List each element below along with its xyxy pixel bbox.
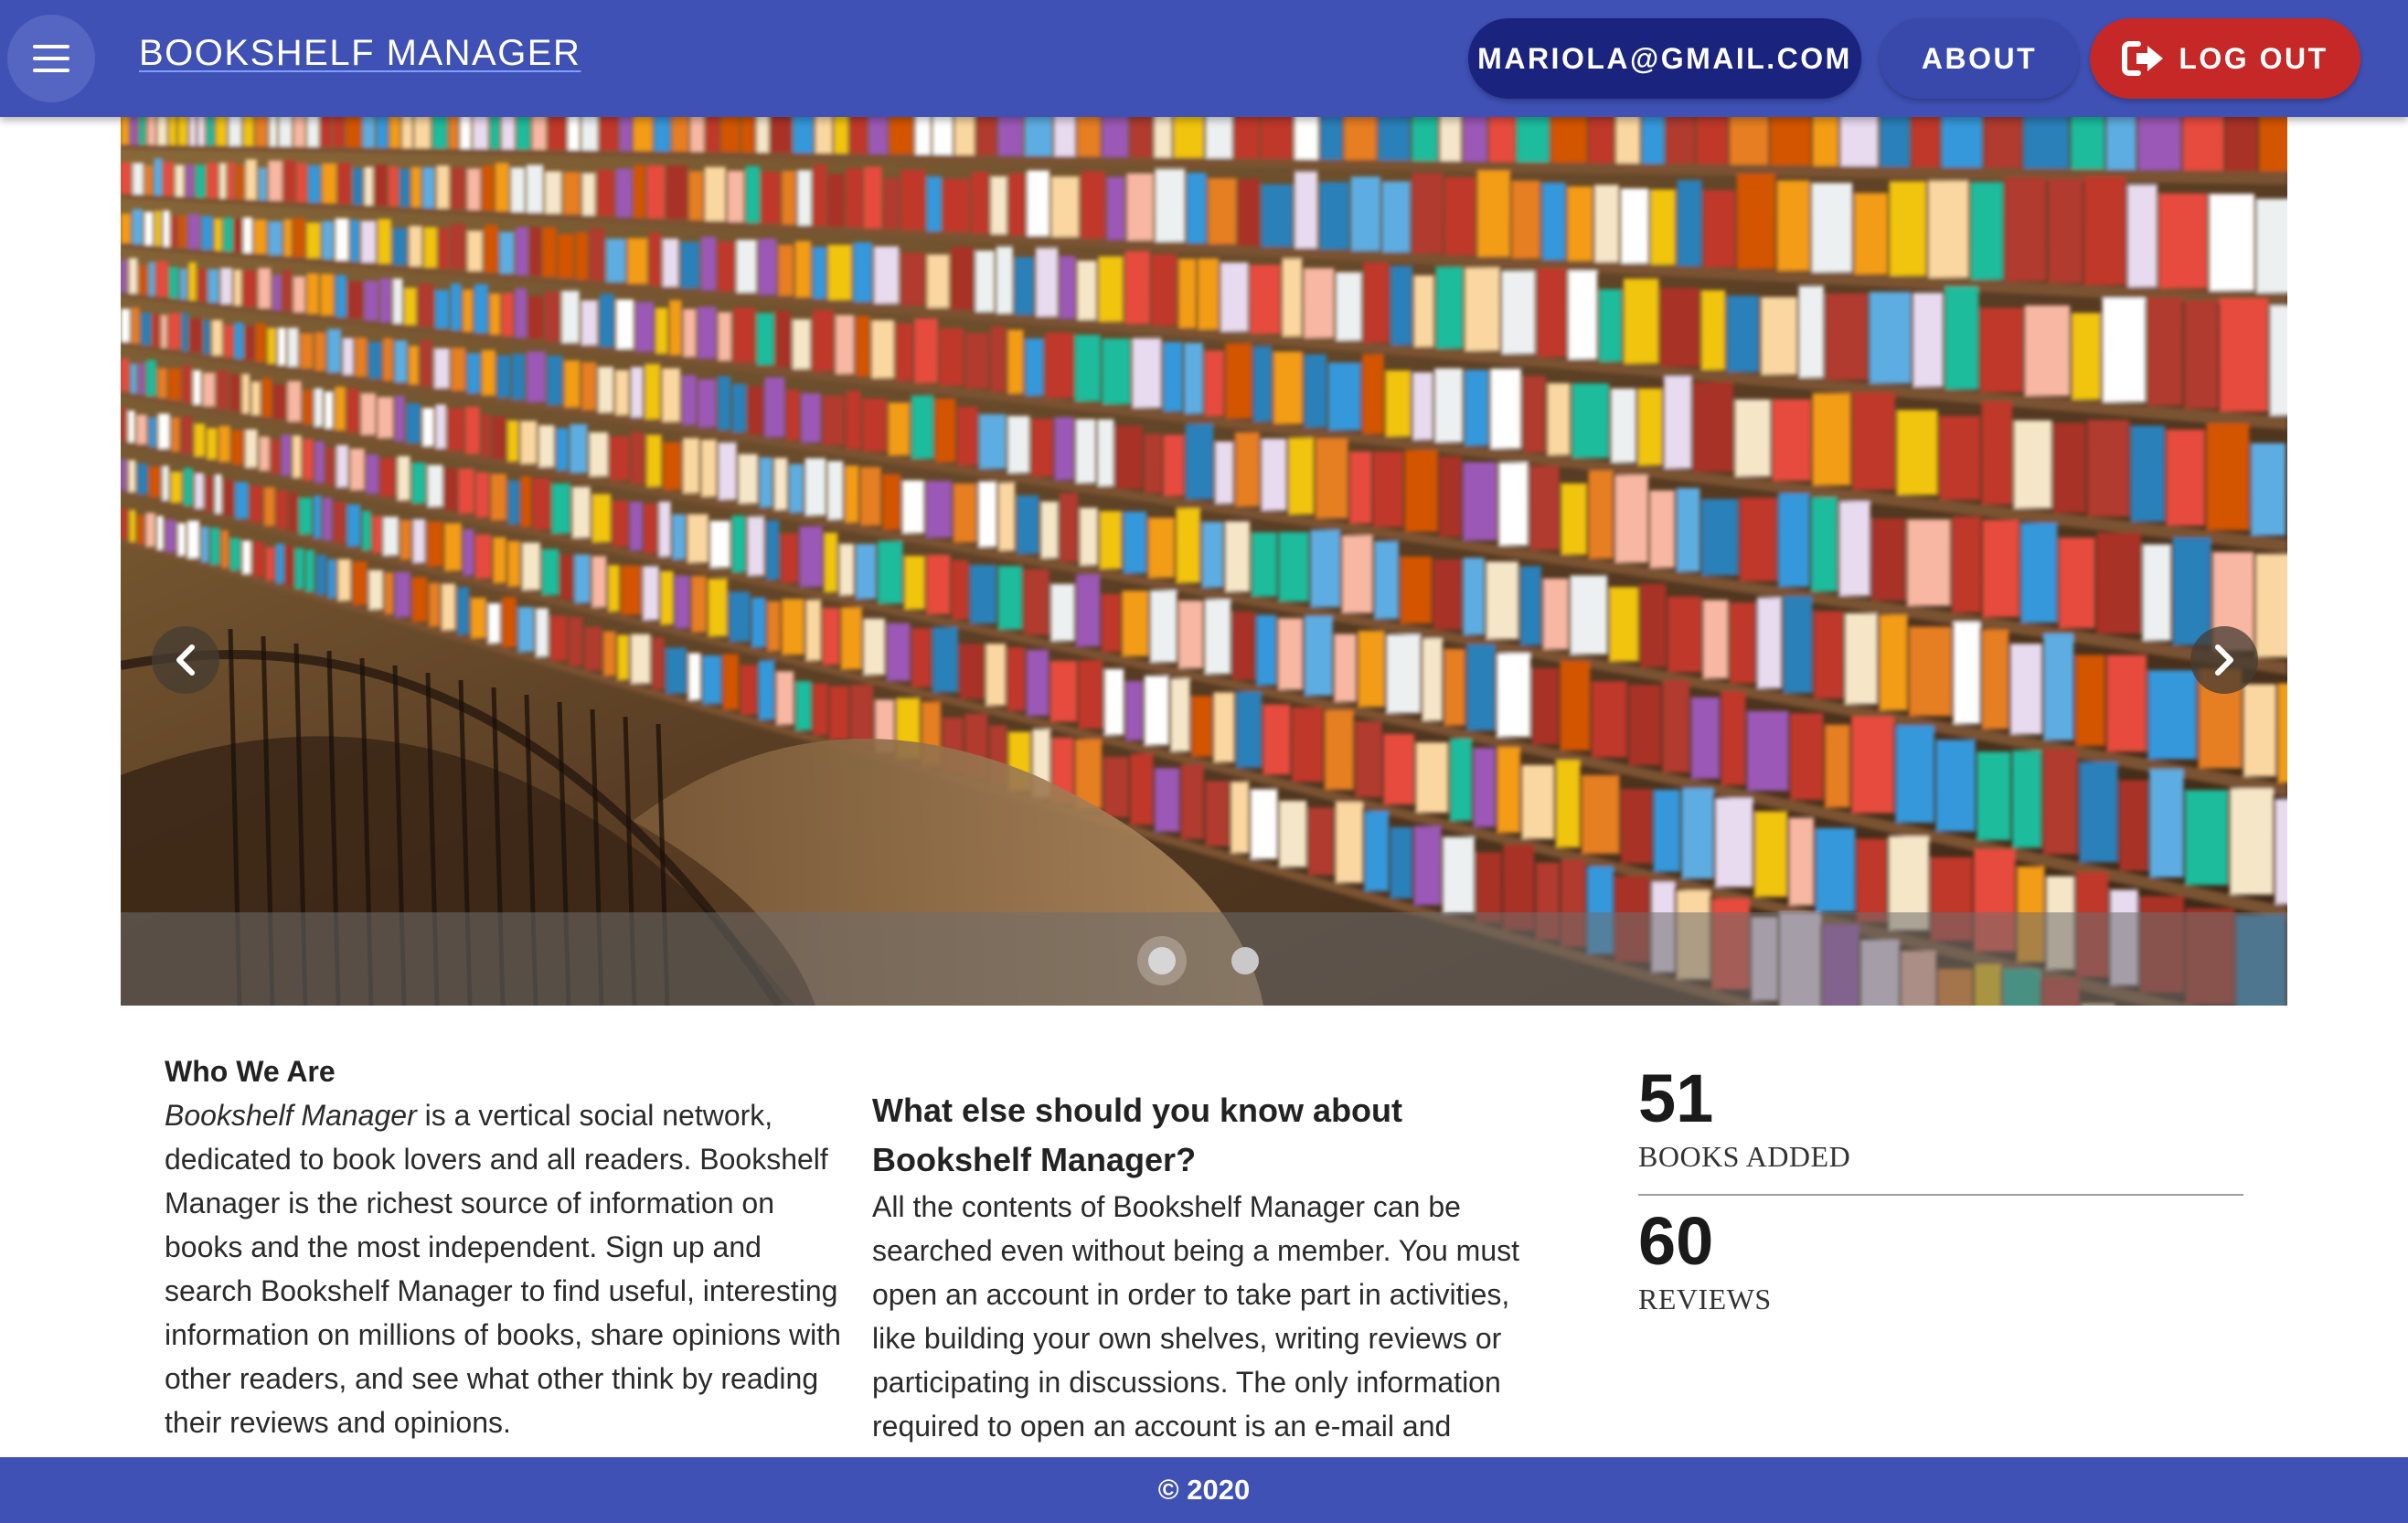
books-added-label: BOOKS ADDED [1638,1140,1851,1173]
app-title-link[interactable]: BOOKSHELF MANAGER [139,33,581,74]
user-email-button[interactable]: MARIOLA@GMAIL.COM [1468,18,1861,99]
carousel-next-button[interactable] [2190,626,2258,694]
image-carousel[interactable] [121,117,2287,1006]
what-else-body: All the contents of Bookshelf Manager ca… [872,1190,1519,1443]
carousel-prev-button[interactable] [152,626,219,694]
what-else-section: What else should you know about Bookshel… [872,1086,1540,1448]
who-we-are-section: Who We Are Bookshelf Manager is a vertic… [165,1049,841,1444]
logout-button[interactable]: LOG OUT [2090,18,2360,99]
stats-panel: 51 BOOKS ADDED 60 REVIEWS [1638,1060,2243,1318]
who-we-are-body: is a vertical social network, dedicated … [165,1099,841,1439]
library-bookshelves-photo [121,117,2287,1006]
about-button[interactable]: ABOUT [1880,18,2079,99]
carousel-dot-2[interactable] [1231,947,1259,975]
chevron-left-icon [176,644,195,676]
sign-out-icon [2122,41,2164,76]
logout-label: LOG OUT [2179,41,2328,75]
stats-divider [1638,1194,2243,1196]
carousel-dot-1[interactable] [1137,936,1187,985]
menu-button[interactable] [7,15,95,102]
carousel-indicator-bar [121,912,2287,1006]
footer: © 2020 [0,1457,2408,1523]
what-else-heading: What else should you know about Bookshel… [872,1092,1403,1178]
books-added-count: 51 [1638,1060,1714,1136]
menu-icon [33,45,69,72]
copyright-text: © 2020 [1157,1474,1251,1506]
who-we-are-text: Bookshelf Manager is a vertical social n… [165,1093,841,1444]
who-we-are-heading: Who We Are [165,1055,336,1088]
brand-name: Bookshelf Manager [165,1099,417,1132]
top-app-bar: BOOKSHELF MANAGER MARIOLA@GMAIL.COM ABOU… [0,0,2408,117]
reviews-count: 60 [1638,1203,1714,1279]
chevron-right-icon [2215,644,2233,676]
reviews-label: REVIEWS [1638,1283,1772,1315]
